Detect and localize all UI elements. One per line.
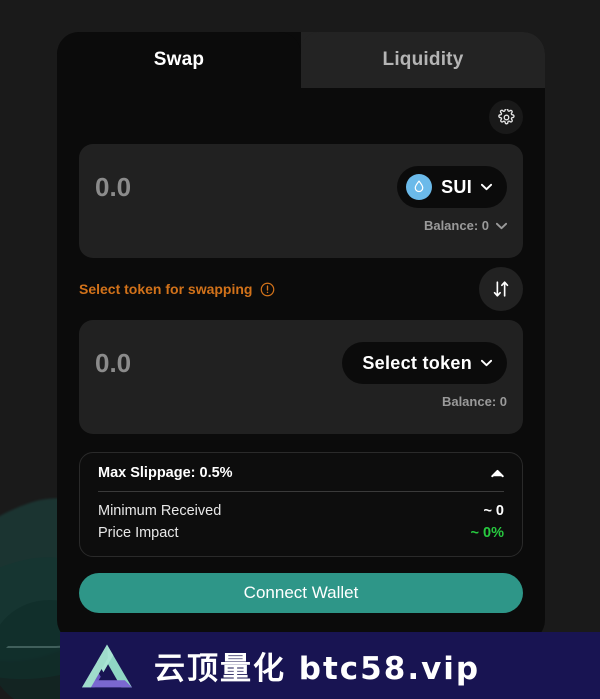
swap-direction-button[interactable] xyxy=(479,267,523,311)
settings-row xyxy=(79,88,523,144)
from-balance-label: Balance: 0 xyxy=(423,218,489,233)
price-impact-label: Price Impact xyxy=(98,525,179,541)
from-amount-input[interactable] xyxy=(95,171,285,203)
swap-card: Swap Liquidity 0.0 SUI Balance: 0 Select… xyxy=(57,32,545,642)
to-balance-row: Balance: 0 xyxy=(95,394,507,409)
chevron-down-icon xyxy=(481,359,492,367)
to-amount-input[interactable] xyxy=(95,347,285,379)
from-token-row: SUI xyxy=(95,158,507,216)
to-token-row: Select token xyxy=(95,334,507,392)
settings-button[interactable] xyxy=(489,100,523,134)
minimum-received-value: ~ 0 xyxy=(483,503,504,519)
middle-row: Select token for swapping xyxy=(79,258,523,320)
tab-liquidity[interactable]: Liquidity xyxy=(301,32,545,88)
to-token-symbol: Select token xyxy=(362,352,472,373)
chevron-down-icon xyxy=(496,222,507,229)
connect-wallet-button[interactable]: Connect Wallet xyxy=(79,573,523,613)
to-token-panel: Select token Balance: 0 xyxy=(79,320,523,434)
swap-details-panel: Max Slippage: 0.5% Minimum Received ~ 0 … xyxy=(79,452,523,557)
tab-liquidity-label: Liquidity xyxy=(382,49,464,70)
exclamation-circle-icon xyxy=(261,282,275,296)
card-body: SUI Balance: 0 Select token for swapping xyxy=(57,88,545,613)
tab-swap-label: Swap xyxy=(153,49,205,70)
from-balance-row[interactable]: Balance: 0 xyxy=(95,218,507,233)
minimum-received-row: Minimum Received ~ 0 xyxy=(98,500,504,522)
select-token-warning: Select token for swapping xyxy=(79,281,275,297)
warning-message-text: Select token for swapping xyxy=(79,281,253,297)
chevron-up-icon xyxy=(491,469,504,477)
price-impact-row: Price Impact ~ 0% xyxy=(98,522,504,544)
price-impact-value: ~ 0% xyxy=(470,525,504,541)
watermark-banner: 云顶量化 btc58.vip xyxy=(60,632,600,699)
max-slippage-row[interactable]: Max Slippage: 0.5% xyxy=(98,465,504,491)
minimum-received-label: Minimum Received xyxy=(98,503,222,519)
from-token-symbol: SUI xyxy=(441,176,472,197)
gear-icon xyxy=(497,108,515,124)
penrose-triangle-icon xyxy=(82,644,132,687)
tab-bar: Swap Liquidity xyxy=(57,32,545,88)
tab-swap[interactable]: Swap xyxy=(57,32,319,88)
arrows-down-up-icon xyxy=(493,281,509,297)
to-token-select[interactable]: Select token xyxy=(342,342,507,384)
max-slippage-label: Max Slippage: 0.5% xyxy=(98,465,233,481)
from-token-panel: SUI Balance: 0 xyxy=(79,144,523,258)
from-token-select[interactable]: SUI xyxy=(397,166,507,208)
chevron-down-icon xyxy=(481,183,492,191)
details-divider xyxy=(98,491,504,492)
to-balance-label: Balance: 0 xyxy=(441,394,507,409)
sui-droplet-icon xyxy=(406,174,433,200)
watermark-text: 云顶量化 btc58.vip xyxy=(154,651,481,687)
